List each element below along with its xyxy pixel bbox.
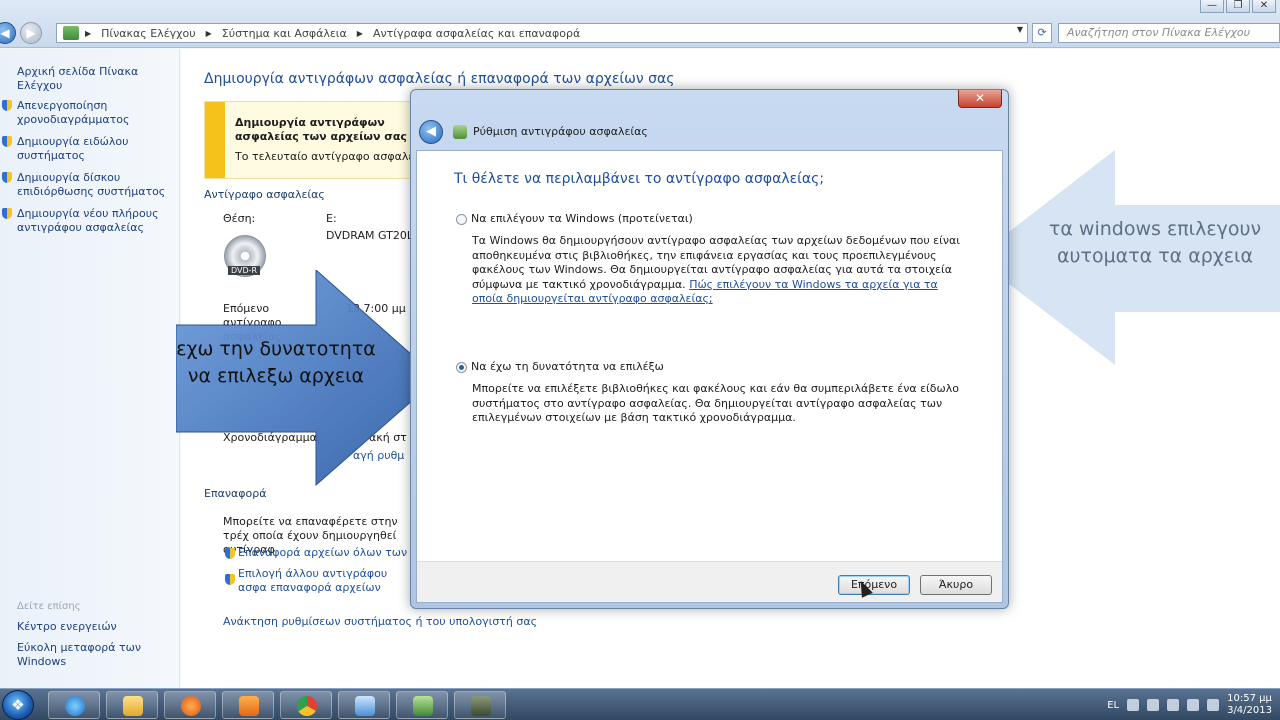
chevron-down-icon[interactable]: ▼ — [1017, 25, 1023, 34]
language-indicator[interactable]: EL — [1107, 700, 1119, 711]
taskbar-chrome[interactable] — [280, 691, 332, 719]
window-controls: — ❐ ✕ — [1200, 0, 1276, 13]
clock[interactable]: 10:57 μμ 3/4/2013 — [1227, 693, 1272, 717]
search-input[interactable]: Αναζήτηση στον Πίνακα Ελέγχου — [1058, 23, 1280, 43]
backup-notice: Δημιουργία αντιγράφων ασφαλείας των αρχε… — [204, 101, 432, 179]
backup-icon — [413, 696, 433, 716]
help-icon[interactable] — [1147, 699, 1160, 711]
warning-bar — [205, 102, 225, 178]
minimize-button[interactable]: — — [1200, 0, 1224, 13]
option-let-me-choose-desc: Μπορείτε να επιλέξετε βιβλιοθήκες και φα… — [472, 382, 959, 424]
taskbar-explorer[interactable] — [106, 691, 158, 719]
taskbar-control-panel[interactable] — [338, 691, 390, 719]
breadcrumb-control-panel[interactable]: Πίνακας Ελέγχου — [97, 27, 199, 40]
sidebar-item-new-full-backup[interactable]: Δημιουργία νέου πλήρους αντιγράφου ασφαλ… — [2, 207, 177, 235]
refresh-button[interactable]: ⟳ — [1032, 23, 1052, 43]
start-button[interactable]: ❖ — [2, 690, 34, 720]
option-windows-choose-label[interactable]: Να επιλέγουν τα Windows (προτείνεται) — [471, 212, 693, 225]
address-toolbar: — ❐ ✕ ◀ ▶ ▶ Πίνακας Ελέγχου ▶ Σύστημα κα… — [0, 0, 1280, 48]
forward-button[interactable]: ▶ — [20, 22, 42, 44]
backup-icon — [453, 125, 467, 139]
see-also-heading: Δείτε επίσης — [17, 601, 81, 612]
sidebar-item-disable-schedule[interactable]: Απενεργοποίηση χρονοδιαγράμματος — [2, 99, 177, 127]
annotation-right-text: τα windows επιλεγουν αυτοματα τα αρχεια — [1048, 218, 1262, 267]
radio-windows-choose[interactable] — [456, 214, 467, 225]
flag-icon[interactable] — [1167, 699, 1180, 711]
radio-let-me-choose[interactable] — [456, 362, 467, 373]
notice-text: Το τελευταίο αντίγραφο ασφαλείας — [235, 150, 432, 163]
breadcrumb-system-security[interactable]: Σύστημα και Ασφάλεια — [218, 27, 351, 40]
sidebar-item-repair-disc[interactable]: Δημιουργία δίσκου επιδιόρθωσης συστήματο… — [2, 171, 177, 199]
back-button[interactable]: ◀ — [0, 22, 16, 44]
chevron-right-icon: ▶ — [205, 28, 212, 38]
keyboard-icon[interactable] — [1127, 699, 1140, 711]
internet-explorer-icon — [65, 696, 85, 716]
page-title: Δημιουργία αντιγράφων ασφαλείας ή επαναφ… — [204, 71, 675, 87]
taskbar-network[interactable] — [454, 691, 506, 719]
location-label: Θέση: — [223, 212, 256, 225]
arrow-left-icon: ◀ — [426, 124, 436, 139]
select-other-backup-link[interactable]: Επιλογή άλλου αντιγράφου ασφα επαναφορά … — [238, 567, 413, 595]
dialog-title: Ρύθμιση αντιγράφου ασφαλείας — [473, 125, 648, 138]
maximize-button[interactable]: ❐ — [1226, 0, 1250, 13]
close-window-button[interactable]: ✕ — [1252, 0, 1276, 13]
media-player-icon — [239, 696, 259, 716]
sidebar-item-system-image[interactable]: Δημιουργία ειδώλου συστήματος — [2, 135, 177, 163]
system-tray: EL 10:57 μμ 3/4/2013 — [1107, 689, 1272, 720]
backup-setup-dialog: ✕ ◀ Ρύθμιση αντιγράφου ασφαλείας Τι θέλε… — [410, 89, 1009, 609]
clock-date: 3/4/2013 — [1227, 705, 1272, 716]
dialog-footer: Επόμενο Άκυρο — [417, 561, 1002, 602]
annotation-left-text: εχω την δυνατοτητα να επιλεξω αρχεια — [176, 338, 376, 387]
address-bar[interactable]: ▶ Πίνακας Ελέγχου ▶ Σύστημα και Ασφάλεια… — [56, 23, 1028, 43]
annotation-arrow-right: τα windows επιλεγουν αυτοματα τα αρχεια — [975, 150, 1280, 370]
taskbar-media-player[interactable] — [222, 691, 274, 719]
sidebar: Αρχική σελίδα Πίνακα Ελέγχου Απενεργοποί… — [0, 49, 180, 688]
network-icon — [471, 696, 491, 716]
control-panel-icon — [63, 26, 79, 40]
dialog-question: Τι θέλετε να περιλαμβάνει το αντίγραφο α… — [454, 171, 825, 187]
control-panel-icon — [355, 696, 375, 716]
sidebar-item-easy-transfer[interactable]: Εύκολη μεταφορά των Windows — [17, 641, 177, 669]
dialog-close-button[interactable]: ✕ — [958, 90, 1002, 108]
shield-icon — [225, 574, 235, 585]
breadcrumb-backup-restore[interactable]: Αντίγραφα ασφαλείας και επαναφορά — [369, 27, 584, 40]
location-device: DVDRAM GT20L — [326, 229, 413, 242]
arrow-left-icon: ◀ — [0, 26, 10, 40]
option-let-me-choose-label[interactable]: Να έχω τη δυνατότητα να επιλέξω — [471, 360, 664, 373]
next-button[interactable]: Επόμενο — [838, 575, 910, 595]
location-value: E: — [326, 212, 337, 225]
windows-logo-icon: ❖ — [11, 696, 25, 714]
taskbar-firefox[interactable] — [164, 691, 216, 719]
option-windows-choose-desc: Τα Windows θα δημιουργήσουν αντίγραφο ασ… — [472, 234, 972, 307]
dialog-back-button[interactable]: ◀ — [419, 120, 443, 144]
chevron-right-icon: ▶ — [85, 28, 92, 38]
sidebar-item-home[interactable]: Αρχική σελίδα Πίνακα Ελέγχου — [17, 65, 177, 93]
refresh-icon: ⟳ — [1037, 26, 1047, 39]
shield-icon — [225, 548, 235, 559]
chrome-icon — [297, 696, 317, 716]
cancel-button[interactable]: Άκυρο — [920, 575, 992, 595]
volume-icon[interactable] — [1207, 699, 1220, 711]
firefox-icon — [181, 696, 201, 716]
taskbar-backup[interactable] — [396, 691, 448, 719]
taskbar-internet-explorer[interactable] — [48, 691, 100, 719]
chevron-right-icon: ▶ — [356, 28, 363, 38]
arrow-right-icon: ▶ — [26, 26, 36, 40]
clock-time: 10:57 μμ — [1227, 693, 1272, 704]
restore-all-users-link[interactable]: Επαναφορά αρχείων όλων των χ — [238, 546, 417, 559]
dialog-body: Τι θέλετε να περιλαμβάνει το αντίγραφο α… — [416, 150, 1003, 603]
annotation-arrow-left: εχω την δυνατοτητα να επιλεξω αρχεια — [176, 270, 446, 490]
backup-heading: Αντίγραφο ασφαλείας — [204, 188, 325, 201]
network-tray-icon[interactable] — [1187, 699, 1200, 711]
sidebar-item-action-center[interactable]: Κέντρο ενεργειών — [17, 620, 177, 634]
recover-settings-link[interactable]: Ανάκτηση ρυθμίσεων συστήματος ή του υπολ… — [223, 615, 537, 628]
taskbar: ❖ EL 10:57 μμ 3/4/2013 — [0, 688, 1280, 720]
folder-icon — [123, 696, 143, 716]
notice-title: Δημιουργία αντιγράφων ασφαλείας των αρχε… — [235, 116, 407, 143]
